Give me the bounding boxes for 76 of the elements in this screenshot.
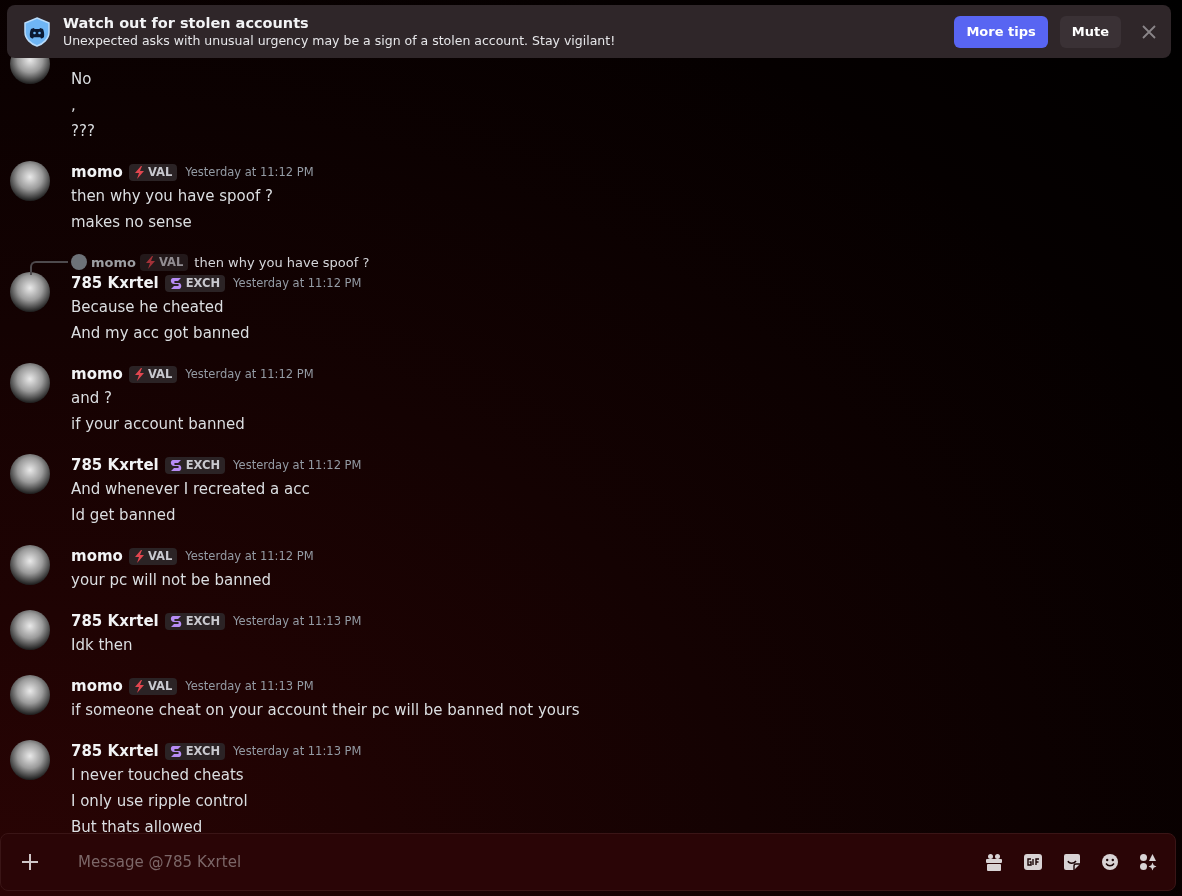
- timestamp: Yesterday at 11:13 PM: [185, 679, 314, 693]
- avatar-photo[interactable]: [10, 610, 50, 650]
- timestamp: Yesterday at 11:12 PM: [185, 549, 314, 563]
- lightning-icon: [144, 255, 156, 269]
- avatar-photo[interactable]: [10, 675, 50, 715]
- lightning-icon: [133, 367, 145, 381]
- mute-button[interactable]: Mute: [1059, 15, 1121, 48]
- message-text: if someone cheat on your account their pc will be banned not yours: [71, 701, 580, 719]
- avatar-photo[interactable]: [10, 161, 50, 201]
- timestamp: Yesterday at 11:12 PM: [185, 165, 314, 179]
- avatar-photo[interactable]: [10, 454, 50, 494]
- role-tag: VAL: [128, 547, 178, 565]
- avatar-photo[interactable]: [10, 272, 50, 312]
- username[interactable]: 785 Kxrtel: [71, 456, 159, 474]
- avatar-photo[interactable]: [10, 740, 50, 780]
- role-tag: VAL: [128, 365, 178, 383]
- timestamp: Yesterday at 11:13 PM: [233, 614, 362, 628]
- reply-preview[interactable]: then why you have spoof ?: [194, 254, 370, 270]
- avatar-photo[interactable]: [10, 363, 50, 403]
- timestamp: Yesterday at 11:12 PM: [185, 367, 314, 381]
- tips-button[interactable]: More tips: [954, 15, 1048, 48]
- username[interactable]: momo: [91, 254, 136, 270]
- message-text: ,: [71, 96, 76, 114]
- add-icon[interactable]: [21, 853, 39, 871]
- username[interactable]: 785 Kxrtel: [71, 742, 159, 760]
- role-tag: VAL: [128, 163, 178, 181]
- message-text: makes no sense: [71, 213, 192, 231]
- message-text: And whenever I recreated a acc: [71, 480, 310, 498]
- swirl-icon: [169, 614, 183, 628]
- sticker-icon[interactable]: [1063, 853, 1081, 871]
- role-tag: VAL: [128, 677, 178, 695]
- message-text: ???: [71, 122, 95, 140]
- gif-icon[interactable]: [1023, 853, 1043, 871]
- gift-icon[interactable]: [985, 853, 1003, 871]
- username[interactable]: momo: [71, 365, 123, 383]
- username[interactable]: momo: [71, 547, 123, 565]
- message-text: I never touched cheats: [71, 766, 244, 784]
- message-text: if your account banned: [71, 415, 245, 433]
- role-tag: EXCH: [164, 742, 226, 760]
- message-text: your pc will not be banned: [71, 571, 271, 589]
- username[interactable]: momo: [71, 163, 123, 181]
- message-text: I only use ripple control: [71, 792, 248, 810]
- swirl-icon: [169, 744, 183, 758]
- username[interactable]: 785 Kxrtel: [71, 274, 159, 292]
- emoji-icon[interactable]: [1101, 853, 1119, 871]
- swirl-icon: [169, 458, 183, 472]
- swirl-icon: [169, 276, 183, 290]
- message-text: And my acc got banned: [71, 324, 250, 342]
- avatar-photo[interactable]: [10, 545, 50, 585]
- lightning-icon: [133, 549, 145, 563]
- message-composer[interactable]: Message @785 Kxrtel: [0, 833, 1176, 891]
- close-icon[interactable]: [1141, 23, 1157, 40]
- role-tag: EXCH: [164, 612, 226, 630]
- timestamp: Yesterday at 11:12 PM: [233, 458, 362, 472]
- banner-message: Unexpected asks with unusual urgency may be a sign of a stolen account. Stay vigilant!: [63, 33, 617, 48]
- message-text: But thats allowed: [71, 818, 203, 836]
- role-tag: EXCH: [164, 274, 226, 292]
- message-text: and ?: [71, 389, 112, 407]
- timestamp: Yesterday at 11:12 PM: [233, 276, 362, 290]
- username[interactable]: 785 Kxrtel: [71, 612, 159, 630]
- message-text: No: [71, 70, 92, 88]
- banner-title: Watch out for stolen accounts: [63, 15, 310, 31]
- message-text: then why you have spoof ?: [71, 187, 273, 205]
- role-tag: EXCH: [164, 456, 226, 474]
- timestamp: Yesterday at 11:13 PM: [233, 744, 362, 758]
- shield-icon: [23, 16, 51, 47]
- message-text: Because he cheated: [71, 298, 224, 316]
- lightning-icon: [133, 679, 145, 693]
- avatar-photo: [71, 254, 87, 270]
- message-text: Idk then: [71, 636, 133, 654]
- message-input[interactable]: Message @785 Kxrtel: [59, 852, 965, 872]
- lightning-icon: [133, 165, 145, 179]
- role-tag: VAL: [139, 253, 189, 271]
- message-text: Id get banned: [71, 506, 176, 524]
- apps-icon[interactable]: [1139, 853, 1157, 871]
- username[interactable]: momo: [71, 677, 123, 695]
